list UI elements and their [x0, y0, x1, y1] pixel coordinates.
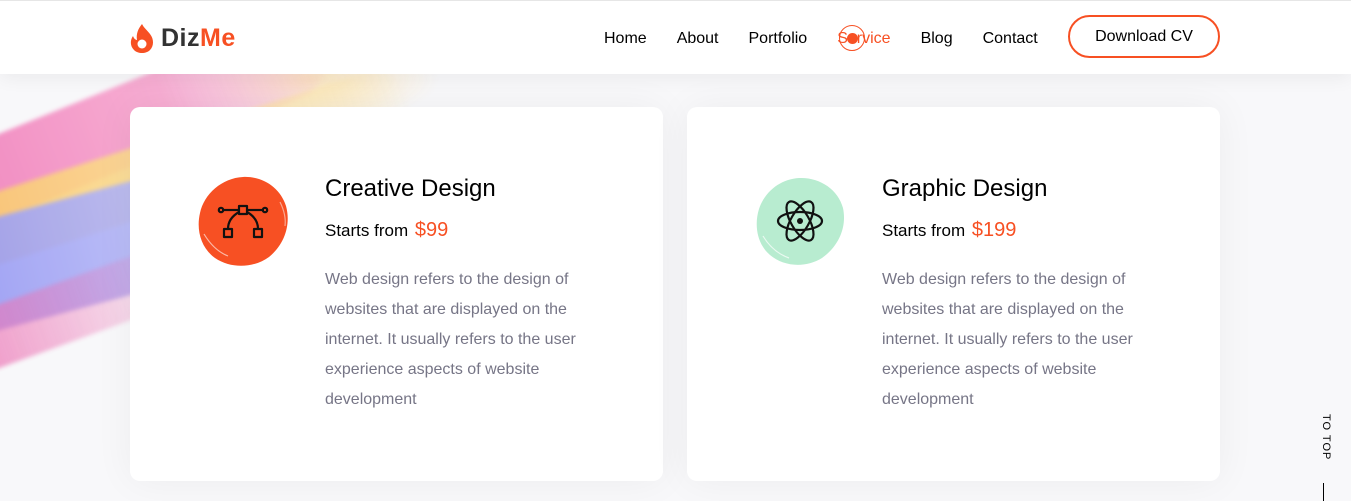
- price-amount: $99: [414, 219, 449, 241]
- nav-home[interactable]: Home: [604, 29, 647, 49]
- service-price: Starts from $199: [882, 219, 1016, 242]
- service-icon-badge: [753, 174, 847, 268]
- nav-contact[interactable]: Contact: [983, 29, 1038, 49]
- service-description: Web design refers to the design of websi…: [325, 271, 576, 408]
- site-header: DizMe Home About Portfolio Service Blog …: [0, 0, 1351, 74]
- price-amount: $199: [971, 219, 1017, 241]
- price-prefix: Starts from: [325, 221, 409, 240]
- service-title: Graphic Design: [882, 175, 1048, 202]
- service-price: Starts from $99: [325, 219, 448, 242]
- nav-portfolio[interactable]: Portfolio: [749, 29, 808, 49]
- nav-service[interactable]: Service: [837, 25, 891, 51]
- service-icon-badge: [196, 174, 290, 268]
- logo-text-part2: Me: [200, 23, 236, 52]
- logo-text-part1: Diz: [161, 23, 200, 52]
- logo-flame-icon: [129, 22, 155, 54]
- atom-icon: [776, 200, 824, 242]
- service-title: Creative Design: [325, 175, 496, 202]
- service-card: Graphic Design Starts from $199 Web desi…: [687, 107, 1220, 481]
- logo[interactable]: DizMe: [129, 20, 236, 56]
- service-description: Web design refers to the design of websi…: [882, 271, 1133, 408]
- price-prefix: Starts from: [882, 221, 966, 240]
- logo-text: DizMe: [161, 24, 236, 53]
- nav-blog[interactable]: Blog: [921, 29, 953, 49]
- download-cv-button[interactable]: Download CV: [1068, 15, 1220, 58]
- to-top-link[interactable]: TO TOP: [1318, 414, 1332, 460]
- nav-about[interactable]: About: [677, 29, 719, 49]
- to-top-line: [1323, 483, 1324, 501]
- main-nav: Home About Portfolio Service Blog Contac…: [604, 25, 1068, 51]
- service-card: Creative Design Starts from $99 Web desi…: [130, 107, 663, 481]
- vector-pen-icon: [217, 204, 269, 239]
